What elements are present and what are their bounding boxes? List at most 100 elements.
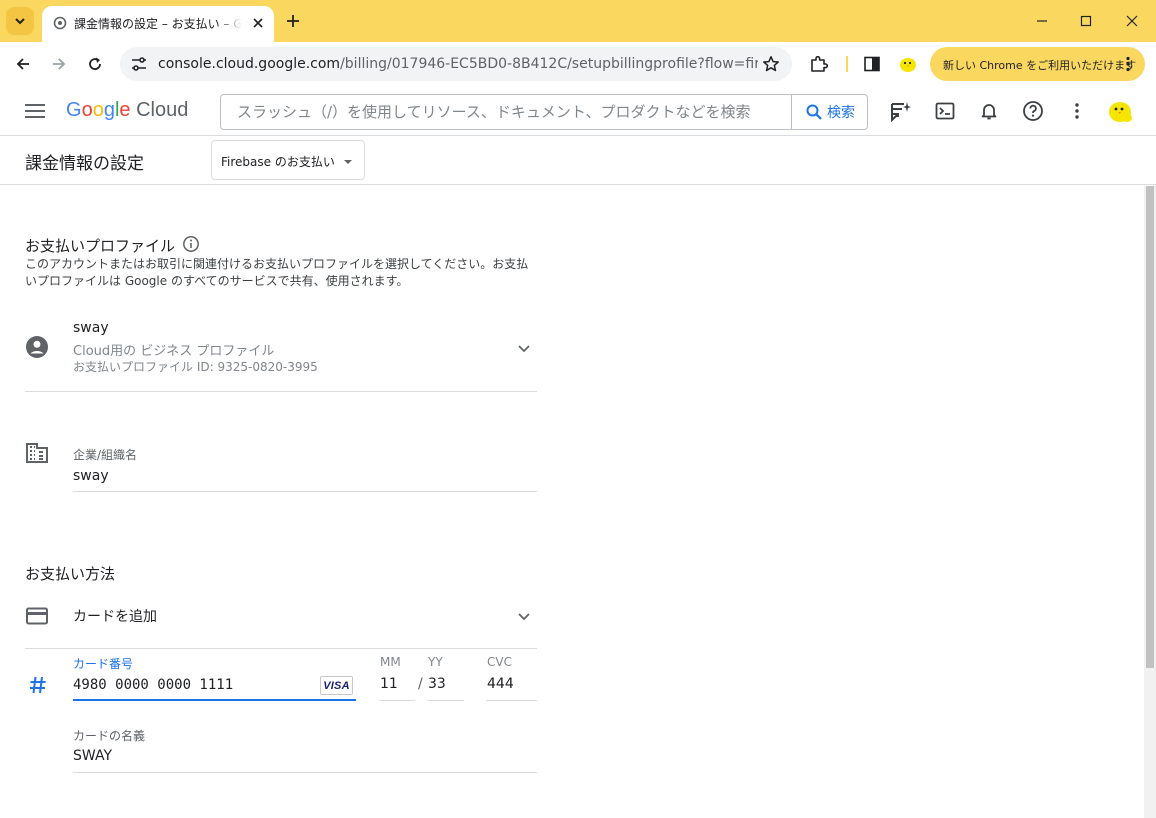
google-cloud-logo[interactable]: Google Cloud xyxy=(66,99,188,122)
url-host: console.cloud.google.com xyxy=(158,56,341,72)
cardholder-name-input[interactable]: SWAY xyxy=(73,748,112,764)
search-button-label: 検索 xyxy=(827,105,855,121)
tab-title: 課金情報の設定 – お支払い – Google Cloud コンソール xyxy=(74,17,242,31)
hamburger-menu-icon[interactable] xyxy=(22,99,48,123)
extensions-button[interactable] xyxy=(805,50,833,78)
gemini-chat-button[interactable] xyxy=(888,98,914,124)
minimize-button[interactable] xyxy=(1029,8,1055,34)
tab-search-button[interactable] xyxy=(6,7,34,35)
expiry-year-input[interactable]: 33 xyxy=(428,676,446,692)
page-title: 課金情報の設定 xyxy=(25,154,144,174)
help-icon xyxy=(1023,101,1043,121)
main-content: お支払いプロファイル このアカウントまたはお取引に関連付けるお支払いプロファイル… xyxy=(0,186,1144,818)
chevron-down-icon xyxy=(15,18,25,25)
cvc-label: CVC xyxy=(487,655,512,669)
flow-select-dropdown[interactable]: Firebase のお支払い xyxy=(211,140,365,180)
company-name-underline xyxy=(73,491,537,492)
company-name-field[interactable]: sway xyxy=(73,468,109,484)
more-vert-icon xyxy=(1075,103,1079,119)
page-header: 課金情報の設定 Firebase のお支払い xyxy=(0,136,1156,185)
browser-titlebar: 課金情報の設定 – お支払い – Google Cloud コンソール xyxy=(0,0,1156,42)
divider xyxy=(25,648,537,649)
more-vert-icon[interactable] xyxy=(1119,55,1137,73)
payment-profile-selector[interactable]: sway Cloud用の ビジネス プロファイル お支払いプロファイル ID: … xyxy=(25,314,537,392)
site-settings-icon xyxy=(132,57,146,71)
search-input[interactable] xyxy=(221,95,791,129)
close-icon xyxy=(1126,15,1138,27)
expiry-month-underline xyxy=(379,700,415,701)
business-building-icon xyxy=(26,443,48,463)
card-number-underline xyxy=(73,699,356,701)
tab-close-button[interactable] xyxy=(250,15,266,31)
profile-avatar-button[interactable] xyxy=(894,50,922,78)
chrome-update-label: 新しい Chrome をご利用いただけます xyxy=(943,59,1137,72)
payment-profile-description: このアカウントまたはお取引に関連付けるお支払いプロファイルを選択してください。お… xyxy=(25,257,529,288)
chrome-update-button[interactable]: 新しい Chrome をご利用いただけます xyxy=(930,47,1145,81)
add-card-label: カードを追加 xyxy=(73,609,157,625)
chevron-down-icon xyxy=(518,613,530,621)
cardholder-name-label: カードの名義 xyxy=(73,729,146,743)
company-name-label: 企業/組織名 xyxy=(73,448,138,462)
expiry-month-label: MM xyxy=(380,655,401,669)
reload-icon xyxy=(89,57,101,70)
bookmark-star-icon[interactable] xyxy=(762,55,780,73)
profile-id: お支払いプロファイル ID: 9325-0820-3995 xyxy=(73,360,318,374)
cloud-console-header: Google Cloud 検索 xyxy=(0,86,1156,136)
hash-icon xyxy=(30,676,46,694)
arrow-left-icon xyxy=(16,58,29,70)
window-close-button[interactable] xyxy=(1119,8,1145,34)
logo-cloud: Cloud xyxy=(136,99,189,121)
expiry-year-underline xyxy=(427,700,464,701)
flow-select-value: Firebase のお支払い xyxy=(221,155,335,169)
chat-spark-icon xyxy=(891,102,911,122)
add-card-row[interactable]: カードを追加 xyxy=(25,596,537,636)
expiry-month-input[interactable]: 11 xyxy=(380,676,398,692)
cloud-console-favicon-icon xyxy=(53,16,67,30)
url-text: console.cloud.google.com/billing/017946-… xyxy=(158,56,758,72)
visa-card-icon: VISA xyxy=(320,676,353,695)
cardholder-name-underline xyxy=(73,772,537,773)
search-button[interactable]: 検索 xyxy=(791,95,868,129)
bell-icon xyxy=(981,104,997,120)
payment-profile-heading: お支払いプロファイル xyxy=(25,237,176,255)
reload-button[interactable] xyxy=(81,50,109,78)
search-box: 検索 xyxy=(220,94,868,130)
account-avatar-button[interactable] xyxy=(1104,95,1136,127)
help-button[interactable] xyxy=(1020,98,1046,124)
credit-card-icon xyxy=(26,607,48,625)
puzzle-piece-icon xyxy=(811,55,829,72)
dropdown-caret-icon xyxy=(344,160,352,164)
back-button[interactable] xyxy=(9,50,37,78)
page-scrollbar[interactable] xyxy=(1144,186,1156,818)
chick-avatar-icon xyxy=(900,58,916,72)
forward-button[interactable] xyxy=(45,50,73,78)
scrollbar-thumb[interactable] xyxy=(1146,186,1154,668)
chick-avatar-icon xyxy=(1109,102,1132,122)
payment-method-heading: お支払い方法 xyxy=(25,565,116,583)
card-number-label: カード番号 xyxy=(73,657,134,671)
maximize-button[interactable] xyxy=(1073,8,1099,34)
cvc-underline xyxy=(486,700,537,701)
more-options-button[interactable] xyxy=(1064,98,1090,124)
address-bar[interactable]: console.cloud.google.com/billing/017946-… xyxy=(120,47,792,81)
notifications-button[interactable] xyxy=(976,98,1002,124)
expiry-separator: / xyxy=(418,676,423,692)
side-panel-button[interactable] xyxy=(858,50,886,78)
terminal-icon xyxy=(935,102,955,120)
browser-tab-active[interactable]: 課金情報の設定 – お支払い – Google Cloud コンソール xyxy=(42,6,274,42)
profile-name: sway xyxy=(73,320,109,336)
divider xyxy=(25,391,537,392)
minimize-icon xyxy=(1037,20,1047,22)
account-circle-icon xyxy=(26,336,48,358)
plus-icon xyxy=(287,15,299,27)
profile-type: Cloud用の ビジネス プロファイル xyxy=(73,344,275,359)
cloud-shell-button[interactable] xyxy=(932,98,958,124)
side-panel-icon xyxy=(864,56,880,72)
close-icon xyxy=(253,18,263,28)
cvc-input[interactable]: 444 xyxy=(487,676,514,692)
logo-google: Google xyxy=(66,99,131,121)
card-number-input[interactable]: 4980 0000 0000 1111 xyxy=(73,677,233,693)
info-icon[interactable] xyxy=(182,235,200,253)
new-tab-button[interactable] xyxy=(282,10,304,32)
search-icon xyxy=(806,104,822,120)
